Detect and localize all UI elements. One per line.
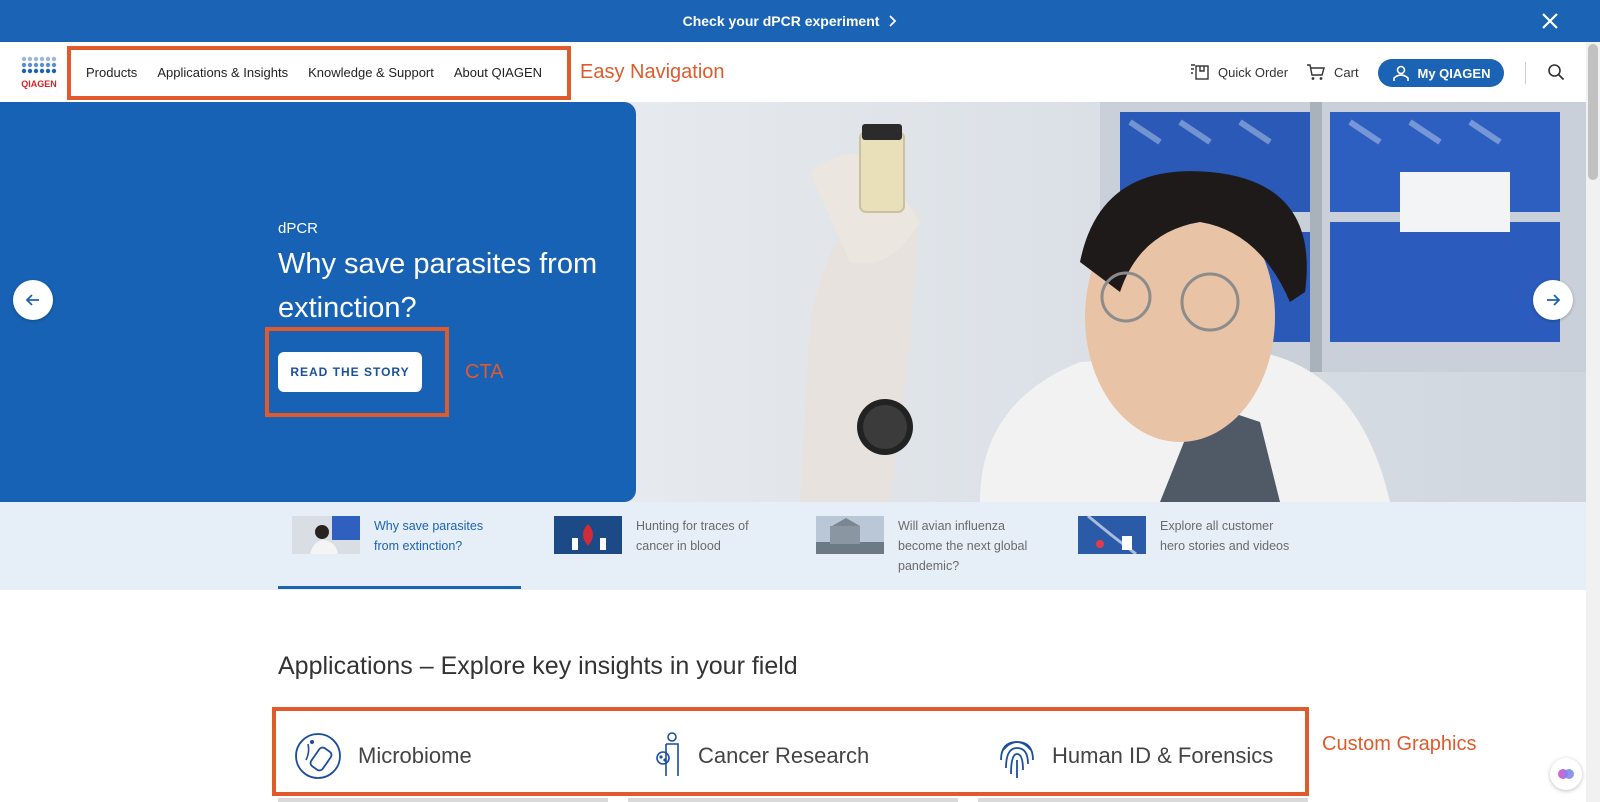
graphics-annotation-box [272, 707, 1309, 796]
thumbnail-item[interactable]: Will avian influenza become the next glo… [816, 516, 1038, 576]
thumbnail-label: Why save parasites from extinction? [374, 519, 484, 553]
quick-order-link[interactable]: Quick Order [1190, 42, 1288, 102]
carousel-thumbnails: Why save parasites from extinction? Hunt… [0, 502, 1586, 590]
cta-annotation: CTA [465, 361, 504, 383]
cta-annotation-box [265, 327, 449, 417]
quick-order-icon [1191, 64, 1209, 80]
thumbnail-image [554, 516, 622, 554]
card-divider [278, 798, 608, 802]
hero-image [560, 102, 1586, 502]
thumbnail-label: Hunting for traces of cancer in blood [636, 519, 749, 553]
thumbnail-item[interactable]: Why save parasites from extinction? [292, 516, 494, 556]
assistant-icon [1558, 769, 1574, 779]
chevron-right-icon [889, 15, 897, 27]
card-divider [628, 798, 958, 802]
cart-icon [1307, 64, 1325, 80]
arrow-right-icon [1547, 294, 1561, 306]
thumbnail-item[interactable]: Hunting for traces of cancer in blood [554, 516, 766, 556]
hero-title: Why save parasites from extinction? [278, 248, 598, 324]
thumbnail-image [1078, 516, 1146, 554]
announcement-bar: Check your dPCR experiment [0, 0, 1600, 42]
search-icon[interactable] [1547, 63, 1565, 81]
announcement-text: Check your dPCR experiment [682, 13, 880, 29]
qiagen-logo[interactable]: QIAGEN [20, 56, 60, 90]
thumbnail-image [816, 516, 884, 554]
scrollbar-thumb[interactable] [1588, 44, 1598, 180]
carousel-next-button[interactable] [1533, 280, 1573, 320]
assistant-button[interactable] [1550, 758, 1582, 790]
quick-order-label: Quick Order [1218, 64, 1289, 80]
hero-carousel: dPCR Why save parasites from extinction?… [0, 102, 1586, 502]
graphics-annotation: Custom Graphics [1322, 733, 1477, 755]
logo-text: QIAGEN [21, 79, 57, 89]
hero-tag: dPCR [278, 220, 319, 237]
my-qiagen-label: My QIAGEN [1417, 65, 1491, 81]
thumbnail-image [292, 516, 360, 554]
close-icon[interactable] [1540, 11, 1560, 31]
cart-link[interactable]: Cart [1306, 42, 1359, 102]
cart-label: Cart [1334, 64, 1359, 80]
thumbnail-label: Explore all customer hero stories and vi… [1160, 519, 1290, 553]
applications-title: Applications – Explore key insights in y… [278, 652, 798, 680]
user-icon [1392, 65, 1409, 81]
arrow-left-icon [25, 294, 39, 306]
thumbnail-item[interactable]: Explore all customer hero stories and vi… [1078, 516, 1300, 556]
thumbnail-active-indicator [278, 586, 521, 589]
thumbnail-label: Will avian influenza become the next glo… [898, 519, 1028, 573]
my-qiagen-button[interactable]: My QIAGEN [1378, 59, 1504, 87]
announcement-link[interactable]: Check your dPCR experiment [0, 0, 1580, 42]
navigation-annotation: Easy Navigation [580, 61, 725, 83]
card-divider [978, 798, 1308, 802]
navigation-annotation-box [67, 46, 571, 100]
carousel-prev-button[interactable] [13, 280, 53, 320]
header-divider [1525, 62, 1526, 84]
